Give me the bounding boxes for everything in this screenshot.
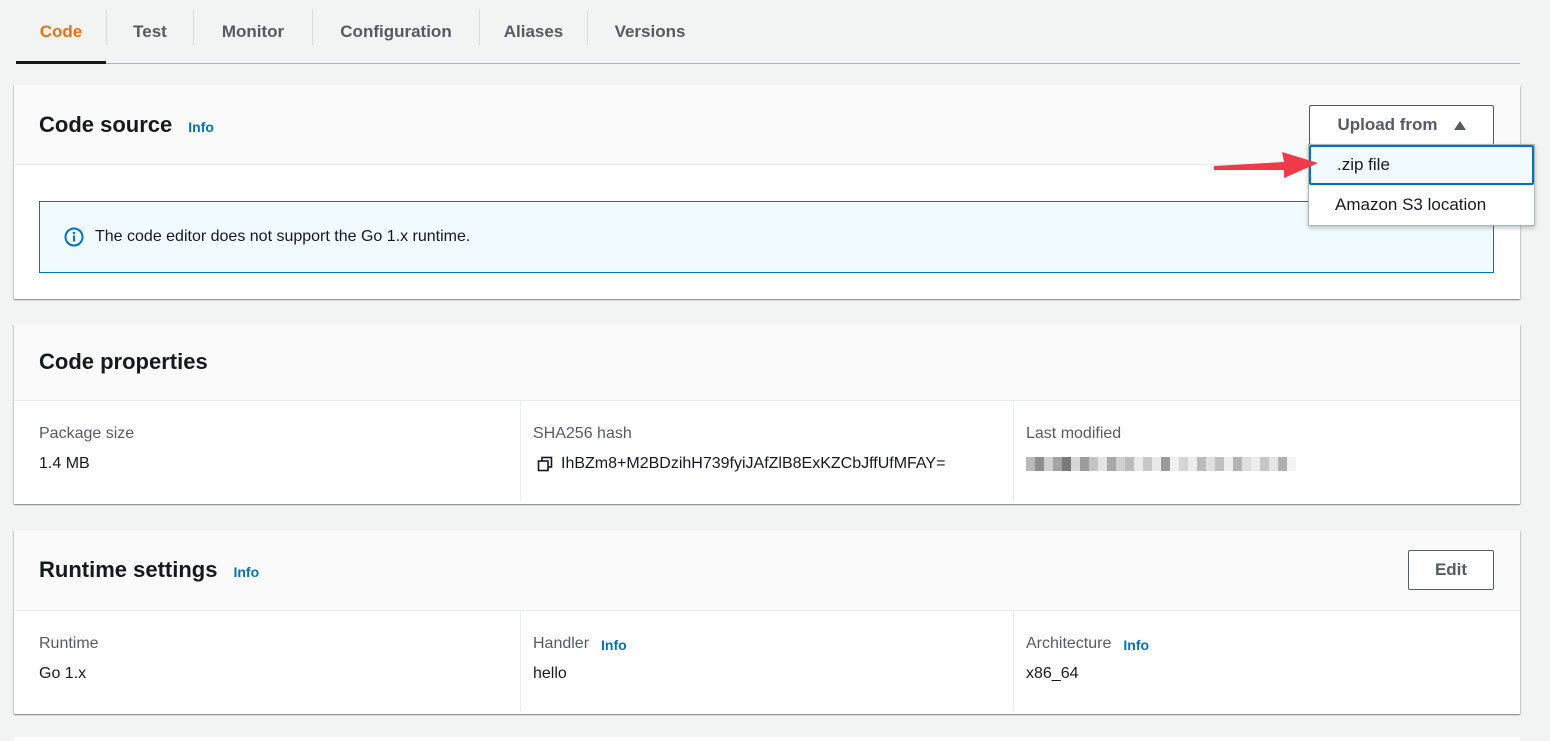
architecture-label-row: Architecture Info [1026,635,1520,653]
tab-label: Configuration [340,21,452,41]
last-modified-label: Last modified [1026,425,1122,442]
runtime-settings-panel: Runtime settings Info Edit Runtime Go 1.… [14,530,1520,714]
tab-label: Code [39,21,83,41]
tab-bar: Code Test Monitor Configuration Aliases … [16,0,1520,64]
code-properties-header: Code properties [14,324,1520,401]
runtime-settings-grid: Runtime Go 1.x Handler Info hello Archit… [14,611,1520,711]
runtime-label: Runtime [39,635,99,652]
package-size-label: Package size [39,425,135,442]
info-circle-icon [64,227,84,247]
sha256-cell: SHA256 hash IhBZm8+M2BDzihH739fyiJAfZlB8… [520,401,1013,501]
dropdown-item-zip-file[interactable]: .zip file [1309,145,1534,185]
package-size-value: 1.4 MB [39,455,90,472]
handler-label-row: Handler Info [533,635,1013,653]
runtime-value: Go 1.x [39,665,87,682]
code-source-info-link[interactable]: Info [188,119,214,135]
sha256-label: SHA256 hash [533,425,632,442]
copy-icon[interactable] [537,456,553,472]
info-alert: The code editor does not support the Go … [39,201,1494,273]
architecture-label: Architecture [1026,635,1112,652]
code-properties-grid: Package size 1.4 MB SHA256 hash IhBZm8+M… [14,401,1520,501]
tab-code[interactable]: Code [16,0,106,64]
tab-monitor[interactable]: Monitor [194,0,312,63]
package-size-cell: Package size 1.4 MB [14,401,520,501]
architecture-value: x86_64 [1026,665,1079,682]
dropdown-item-s3-location[interactable]: Amazon S3 location [1309,185,1534,225]
handler-cell: Handler Info hello [520,611,1013,711]
tab-label: Aliases [503,21,564,41]
upload-from-dropdown: .zip file Amazon S3 location [1308,144,1535,226]
annotation-arrow-icon [1214,152,1318,178]
architecture-cell: Architecture Info x86_64 [1013,611,1520,711]
code-properties-title: Code properties [39,349,208,374]
architecture-info-link[interactable]: Info [1123,637,1149,653]
code-properties-panel: Code properties Package size 1.4 MB SHA2… [14,324,1520,504]
alert-text: The code editor does not support the Go … [95,228,471,245]
next-panel-edge [14,737,1520,741]
runtime-settings-info-link[interactable]: Info [233,564,259,580]
tab-versions[interactable]: Versions [588,0,712,63]
edit-button[interactable]: Edit [1408,550,1494,590]
runtime-settings-title: Runtime settings [39,557,218,582]
handler-value: hello [533,665,567,682]
code-source-panel: Code source Info Upload from The code ed… [14,85,1520,299]
tab-label: Monitor [221,21,285,41]
caret-up-icon [1453,120,1466,130]
code-source-title: Code source [39,111,173,137]
upload-from-button[interactable]: Upload from [1309,105,1494,145]
last-modified-redacted [1026,457,1520,471]
handler-label: Handler [533,635,590,652]
handler-info-link[interactable]: Info [601,637,627,653]
runtime-settings-header: Runtime settings Info Edit [14,530,1520,611]
sha256-value: IhBZm8+M2BDzihH739fyiJAfZlB8ExKZCbJffUfM… [561,455,946,472]
sha256-value-row: IhBZm8+M2BDzihH739fyiJAfZlB8ExKZCbJffUfM… [533,455,1013,473]
tab-label: Test [133,21,167,41]
tab-configuration[interactable]: Configuration [313,0,479,63]
tab-label: Versions [614,21,686,41]
runtime-cell: Runtime Go 1.x [14,611,520,711]
upload-from-label: Upload from [1337,115,1438,134]
tab-aliases[interactable]: Aliases [480,0,587,63]
tab-test[interactable]: Test [107,0,193,63]
last-modified-cell: Last modified [1013,401,1520,501]
